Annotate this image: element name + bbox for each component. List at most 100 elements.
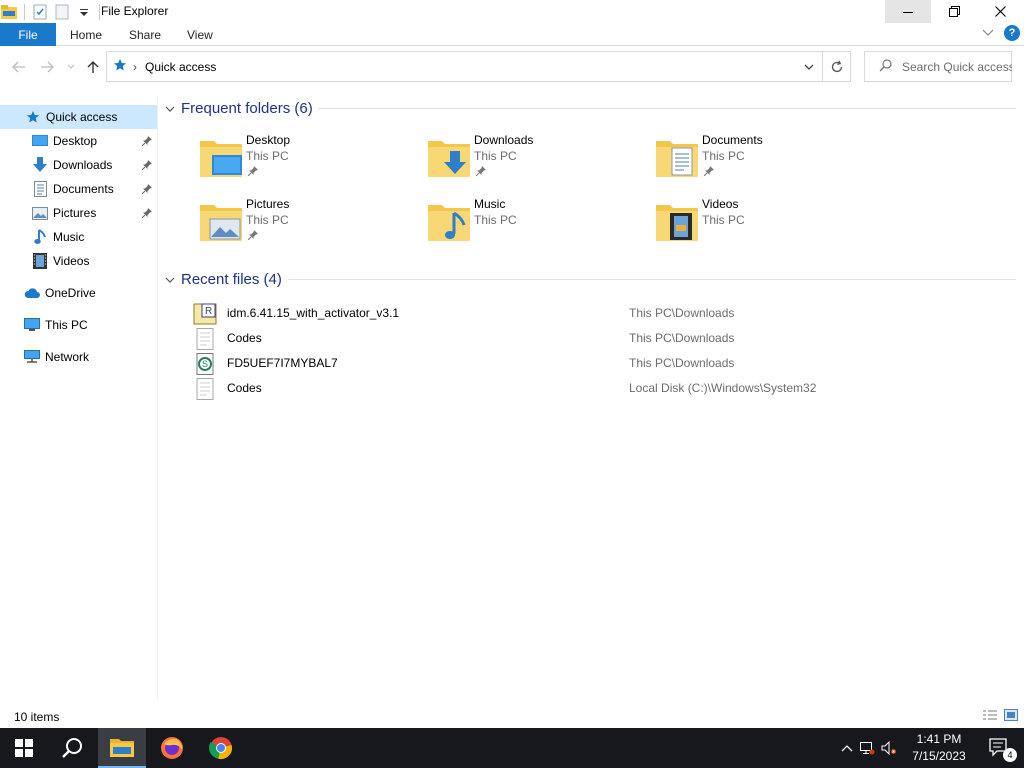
file-name: Codes — [227, 381, 262, 395]
cloud-icon — [24, 285, 40, 301]
list-item[interactable]: Codes This PC\Downloads — [193, 326, 993, 350]
folder-name: Pictures — [246, 197, 290, 211]
taskbar-file-explorer[interactable] — [98, 728, 146, 768]
folder-tile-music[interactable]: Music This PC — [428, 197, 638, 255]
recent-locations-button[interactable] — [62, 57, 80, 77]
pin-icon — [703, 165, 714, 179]
file-path: This PC\Downloads — [629, 306, 735, 320]
back-button[interactable] — [10, 57, 28, 77]
list-item[interactable]: S FD5UEF7I7MYBAL7 This PC\Downloads — [193, 351, 993, 375]
sidebar-item-onedrive[interactable]: OneDrive — [24, 281, 157, 305]
folder-location: This PC — [702, 149, 745, 163]
sidebar-item-music[interactable]: Music — [32, 225, 157, 249]
frequent-folders-header[interactable]: Frequent folders (6) — [165, 97, 313, 119]
sidebar-item-documents[interactable]: Documents — [32, 177, 157, 201]
music-folder-icon — [428, 201, 470, 244]
folder-name: Documents — [702, 133, 763, 147]
address-bar[interactable]: › Quick access — [106, 51, 851, 82]
folder-tile-desktop[interactable]: Desktop This PC — [200, 133, 410, 191]
recent-files-header[interactable]: Recent files (4) — [165, 268, 282, 290]
details-view-icon[interactable] — [982, 709, 998, 724]
restore-button[interactable] — [931, 0, 977, 23]
search-button[interactable] — [48, 728, 96, 768]
customize-toolbar-dropdown-icon[interactable] — [75, 3, 93, 21]
section-divider — [318, 108, 1016, 109]
folder-tile-videos[interactable]: Videos This PC — [656, 197, 866, 255]
minimize-button[interactable] — [885, 0, 931, 23]
forward-button[interactable] — [38, 57, 56, 77]
pane-divider[interactable] — [157, 95, 158, 700]
file-explorer-app-icon[interactable] — [0, 3, 18, 21]
taskbar-clock[interactable]: 1:41 PM 7/15/2023 — [900, 731, 978, 765]
star-icon — [25, 109, 41, 125]
music-note-icon — [32, 229, 48, 245]
minimize-icon — [903, 11, 913, 13]
documents-icon — [32, 181, 48, 197]
tab-home[interactable]: Home — [70, 23, 102, 46]
action-center-button[interactable]: 4 — [976, 728, 1024, 768]
navigation-bar: › Quick access — [0, 51, 1024, 83]
close-button[interactable] — [977, 0, 1023, 23]
section-title: Frequent folders (6) — [181, 99, 313, 117]
tab-share[interactable]: Share — [129, 23, 161, 46]
refresh-button[interactable] — [822, 52, 850, 81]
pictures-icon — [32, 205, 48, 221]
sidebar-item-desktop[interactable]: Desktop — [32, 129, 157, 153]
sidebar-item-label: Pictures — [53, 206, 97, 220]
tab-file[interactable]: File — [0, 23, 56, 46]
large-icons-view-icon[interactable] — [1004, 709, 1018, 724]
search-box[interactable] — [864, 51, 1012, 82]
chevron-down-icon — [165, 271, 175, 288]
list-item[interactable]: R idm.6.41.15_with_activator_v3.1 This P… — [193, 301, 993, 325]
folder-name: Desktop — [246, 133, 291, 147]
sidebar-item-label: Music — [53, 230, 85, 244]
status-bar: 10 items — [0, 706, 1024, 728]
list-item[interactable]: Codes Local Disk (C:)\Windows\System32 — [193, 376, 993, 400]
pin-icon — [141, 159, 152, 173]
search-input[interactable] — [902, 59, 1012, 74]
taskbar: 1:41 PM 7/15/2023 4 — [0, 728, 1024, 768]
toolbar-divider — [24, 4, 25, 20]
svg-text:R: R — [205, 306, 212, 317]
volume-muted-icon[interactable] — [878, 741, 900, 755]
system-tray — [838, 728, 900, 768]
new-folder-icon[interactable] — [53, 3, 71, 21]
taskbar-chrome[interactable] — [197, 728, 245, 768]
sidebar-item-label: Downloads — [53, 158, 113, 172]
winrar-archive-icon: R — [193, 303, 217, 328]
file-path: This PC\Downloads — [629, 356, 735, 370]
folder-name: Music — [474, 197, 506, 211]
sidebar-item-this-pc[interactable]: This PC — [24, 313, 157, 337]
network-status-icon[interactable] — [856, 741, 878, 755]
sidebar-item-label: OneDrive — [45, 286, 96, 300]
sidebar-item-network[interactable]: Network — [24, 345, 157, 369]
sidebar-item-videos[interactable]: Videos — [32, 249, 157, 273]
sidebar-item-downloads[interactable]: Downloads — [32, 153, 157, 177]
breadcrumb-quick-access[interactable]: Quick access — [145, 60, 216, 74]
tab-view[interactable]: View — [187, 23, 213, 46]
folder-tile-documents[interactable]: Documents This PC — [656, 133, 866, 191]
expand-ribbon-chevron-icon[interactable] — [982, 29, 994, 37]
ribbon-controls: ? — [982, 25, 1020, 41]
up-button[interactable] — [84, 57, 102, 77]
pin-icon — [141, 135, 152, 149]
folder-tile-downloads[interactable]: Downloads This PC — [428, 133, 638, 191]
show-hidden-icons-chevron-icon[interactable] — [838, 744, 856, 752]
sidebar-item-quick-access[interactable]: Quick access — [0, 105, 157, 129]
folder-tile-pictures[interactable]: Pictures This PC — [200, 197, 410, 255]
sidebar-item-label: Network — [45, 350, 90, 364]
sidebar-item-label: Desktop — [53, 134, 98, 148]
start-button[interactable] — [0, 728, 48, 768]
chevron-down-icon — [804, 64, 814, 70]
videos-folder-icon — [656, 201, 698, 244]
sidebar-item-label: Quick access — [46, 110, 118, 124]
address-history-dropdown[interactable] — [804, 60, 814, 74]
toolbar-divider — [99, 4, 100, 20]
breadcrumb-separator[interactable]: › — [133, 60, 137, 74]
clock-time: 1:41 PM — [916, 732, 962, 746]
properties-icon[interactable] — [31, 3, 49, 21]
title-bar: File Explorer — [0, 0, 1024, 23]
help-button[interactable]: ? — [1004, 25, 1020, 41]
sidebar-item-pictures[interactable]: Pictures — [32, 201, 157, 225]
taskbar-firefox[interactable] — [148, 728, 196, 768]
